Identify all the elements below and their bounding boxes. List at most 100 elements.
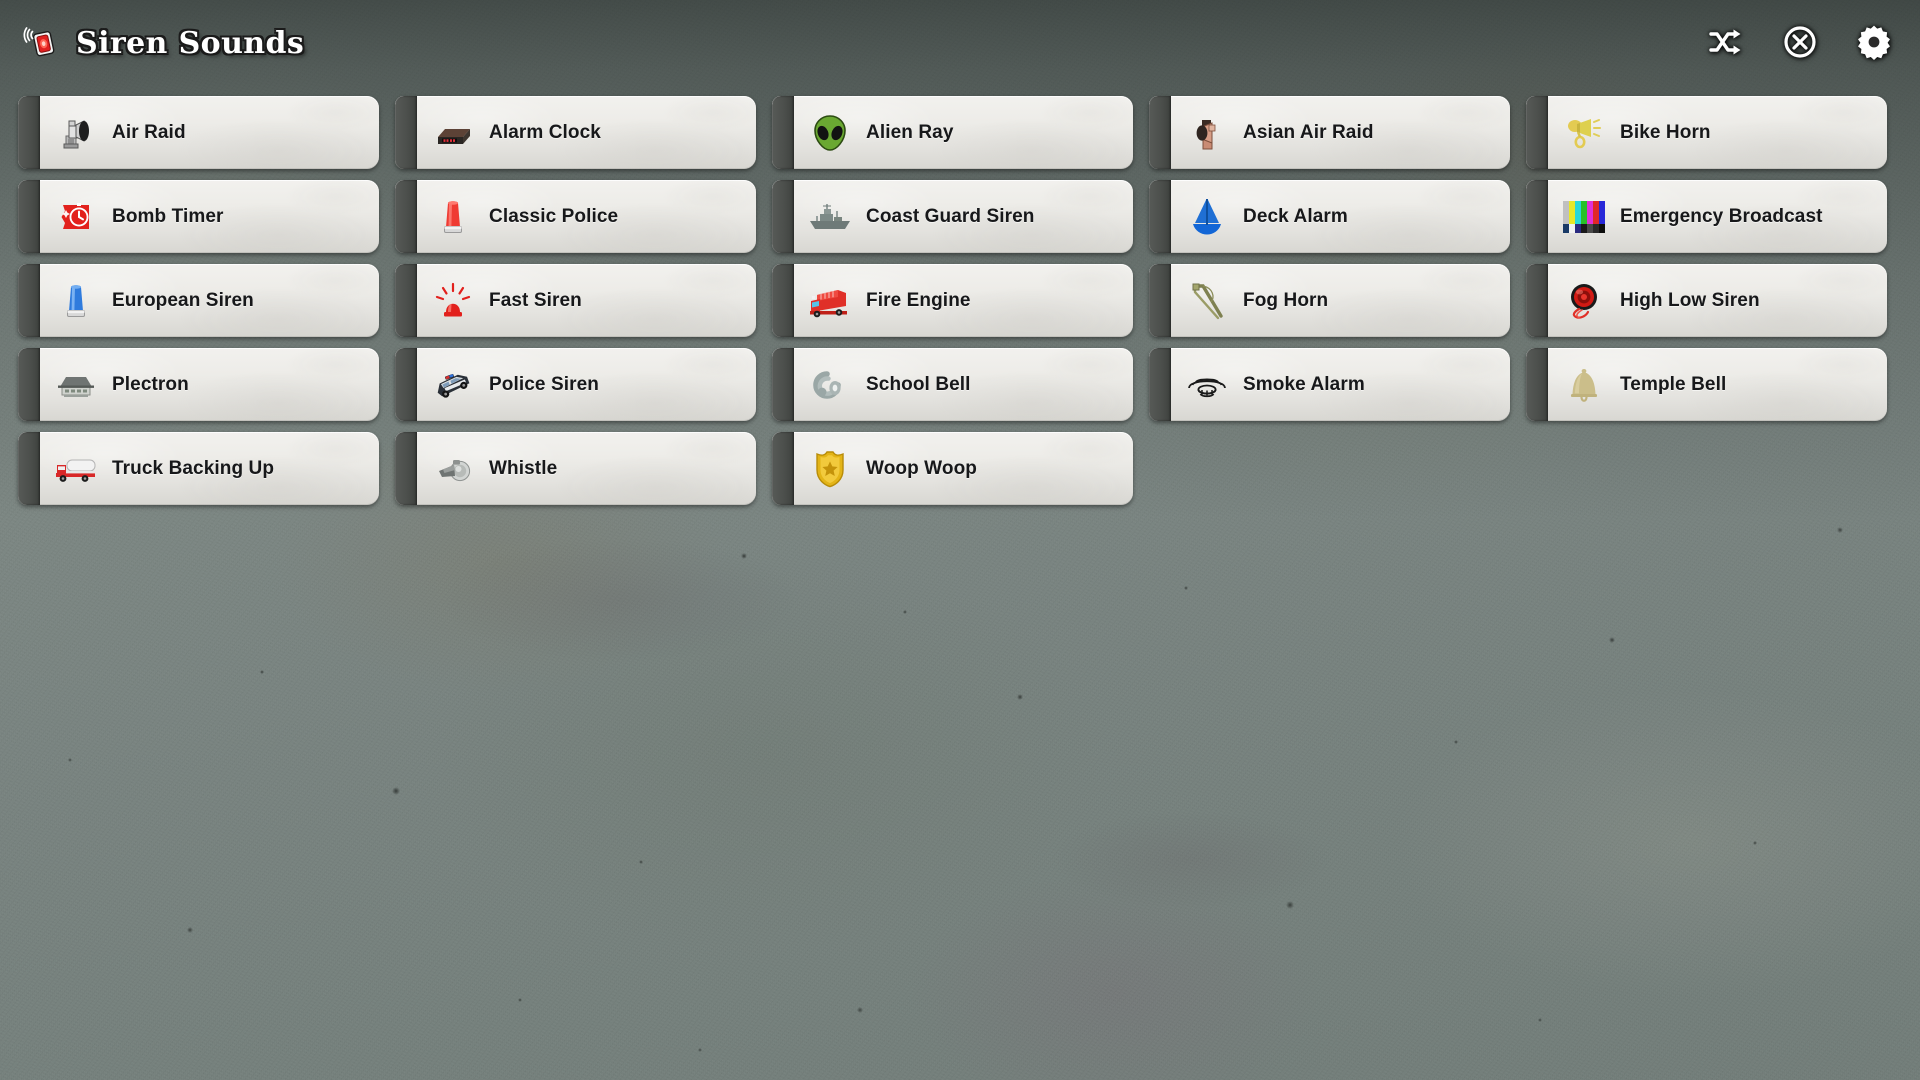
button-grip <box>395 180 417 253</box>
button-grip <box>395 432 417 505</box>
sailboat-icon <box>1171 180 1243 253</box>
button-grip <box>18 264 40 337</box>
sound-label: Fast Siren <box>489 289 582 311</box>
sound-label: Bomb Timer <box>112 205 224 227</box>
sound-button-whistle[interactable]: Whistle <box>395 432 756 505</box>
fire-engine-icon <box>794 264 866 337</box>
shuffle-button[interactable] <box>1706 23 1746 63</box>
button-grip <box>395 348 417 421</box>
smoke-detector-icon <box>1171 348 1243 421</box>
sound-button-police-siren[interactable]: Police Siren <box>395 348 756 421</box>
button-grip <box>18 432 40 505</box>
truck-icon <box>40 432 112 505</box>
sound-button-bike-horn[interactable]: Bike Horn <box>1526 96 1887 169</box>
sound-label: Asian Air Raid <box>1243 121 1374 143</box>
sound-button-plectron[interactable]: Plectron <box>18 348 379 421</box>
app-header: Siren Sounds <box>0 0 1920 86</box>
sound-button-woop-woop[interactable]: Woop Woop <box>772 432 1133 505</box>
flashing-light-icon <box>417 264 489 337</box>
button-grip <box>772 96 794 169</box>
sound-label: European Siren <box>112 289 254 311</box>
sound-button-european-siren[interactable]: European Siren <box>18 264 379 337</box>
timer-clock-icon <box>40 180 112 253</box>
button-grip <box>1526 348 1548 421</box>
sound-button-alarm-clock[interactable]: Alarm Clock <box>395 96 756 169</box>
sound-button-asian-air-raid[interactable]: Asian Air Raid <box>1149 96 1510 169</box>
temple-bell-icon <box>1548 348 1620 421</box>
button-grip <box>1526 180 1548 253</box>
loudspeaker-icon <box>1171 96 1243 169</box>
sound-button-fire-engine[interactable]: Fire Engine <box>772 264 1133 337</box>
sound-button-temple-bell[interactable]: Temple Bell <box>1526 348 1887 421</box>
sound-button-smoke-alarm[interactable]: Smoke Alarm <box>1149 348 1510 421</box>
police-badge-icon <box>794 432 866 505</box>
settings-button[interactable] <box>1854 23 1894 63</box>
warship-icon <box>794 180 866 253</box>
sound-label: Police Siren <box>489 373 599 395</box>
sound-button-emergency-broadcast[interactable]: Emergency Broadcast <box>1526 180 1887 253</box>
siren-sounds-app: Siren Sounds Air Raid Alarm Clock Alien … <box>0 0 1920 1080</box>
button-grip <box>1149 348 1171 421</box>
postal-horn-icon <box>1548 96 1620 169</box>
button-grip <box>1149 180 1171 253</box>
button-grip <box>1526 264 1548 337</box>
sound-button-coast-guard-siren[interactable]: Coast Guard Siren <box>772 180 1133 253</box>
sound-label: Alarm Clock <box>489 121 601 143</box>
sound-button-air-raid[interactable]: Air Raid <box>18 96 379 169</box>
sound-label: Deck Alarm <box>1243 205 1348 227</box>
sound-label: Coast Guard Siren <box>866 205 1035 227</box>
sound-label: Alien Ray <box>866 121 954 143</box>
school-bell-spiral-icon <box>794 348 866 421</box>
sound-label: Woop Woop <box>866 457 977 479</box>
close-button[interactable] <box>1780 23 1820 63</box>
sound-button-classic-police[interactable]: Classic Police <box>395 180 756 253</box>
sound-button-fog-horn[interactable]: Fog Horn <box>1149 264 1510 337</box>
sound-button-high-low-siren[interactable]: High Low Siren <box>1526 264 1887 337</box>
sound-button-truck-backing-up[interactable]: Truck Backing Up <box>18 432 379 505</box>
close-circle-icon <box>1782 24 1818 63</box>
page-title: Siren Sounds <box>76 25 305 61</box>
button-grip <box>395 96 417 169</box>
sound-button-bomb-timer[interactable]: Bomb Timer <box>18 180 379 253</box>
sound-label: Emergency Broadcast <box>1620 205 1823 227</box>
button-grip <box>1149 96 1171 169</box>
police-light-red-icon <box>417 180 489 253</box>
sound-button-fast-siren[interactable]: Fast Siren <box>395 264 756 337</box>
sound-label: Smoke Alarm <box>1243 373 1365 395</box>
sound-button-school-bell[interactable]: School Bell <box>772 348 1133 421</box>
gear-icon <box>1855 23 1893 64</box>
button-grip <box>772 348 794 421</box>
color-bars-icon <box>1548 180 1620 253</box>
round-siren-speaker-icon <box>1548 264 1620 337</box>
sound-button-alien-ray[interactable]: Alien Ray <box>772 96 1133 169</box>
alarm-clock-icon <box>417 96 489 169</box>
button-grip <box>18 180 40 253</box>
sound-button-deck-alarm[interactable]: Deck Alarm <box>1149 180 1510 253</box>
button-grip <box>18 96 40 169</box>
whistle-icon <box>417 432 489 505</box>
siren-light-icon <box>22 23 62 63</box>
button-grip <box>772 432 794 505</box>
fog-horn-icon <box>1171 264 1243 337</box>
sound-label: Fog Horn <box>1243 289 1329 311</box>
button-grip <box>772 180 794 253</box>
app-brand: Siren Sounds <box>22 23 304 63</box>
button-grip <box>1526 96 1548 169</box>
sound-label: Temple Bell <box>1620 373 1727 395</box>
sound-label: Bike Horn <box>1620 121 1711 143</box>
plectron-radio-icon <box>40 348 112 421</box>
police-light-blue-icon <box>40 264 112 337</box>
button-grip <box>18 348 40 421</box>
sound-label: Whistle <box>489 457 558 479</box>
button-grip <box>1149 264 1171 337</box>
sound-label: Fire Engine <box>866 289 971 311</box>
sound-button-grid: Air Raid Alarm Clock Alien Ray Asian Air… <box>18 96 1902 505</box>
header-actions <box>1706 23 1894 63</box>
sound-label: High Low Siren <box>1620 289 1760 311</box>
sound-label: Truck Backing Up <box>112 457 275 479</box>
button-grip <box>772 264 794 337</box>
sound-label: Classic Police <box>489 205 619 227</box>
police-car-icon <box>417 348 489 421</box>
air-raid-siren-icon <box>40 96 112 169</box>
shuffle-icon <box>1708 27 1744 60</box>
